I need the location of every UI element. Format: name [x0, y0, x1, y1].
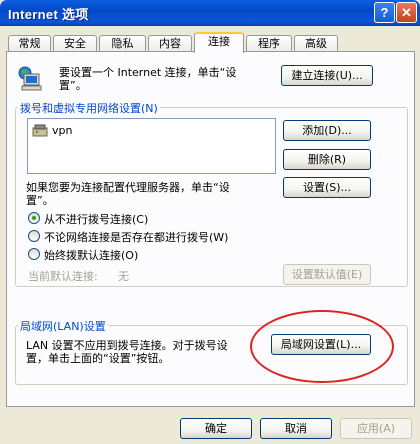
radio-dial-whenever[interactable] — [28, 230, 40, 242]
lan-settings-button[interactable]: 局域网设置(L)... — [271, 334, 371, 355]
tab-general[interactable]: 常规 — [8, 35, 51, 52]
ok-button[interactable]: 确定 — [180, 418, 252, 439]
radio-always-dial-label[interactable]: 始终拨默认连接(O) — [44, 247, 138, 263]
title-bar: Internet 选项 ? ✕ — [0, 0, 420, 26]
proxy-text-line1: 如果您要为连接配置代理服务器，单击“设 — [26, 181, 230, 194]
cancel-button[interactable]: 取消 — [260, 418, 332, 439]
tab-security[interactable]: 安全 — [53, 35, 97, 52]
radio-dial-whenever-label[interactable]: 不论网络连接是否存在都进行拨号(W) — [44, 229, 228, 245]
tab-advanced[interactable]: 高级 — [294, 35, 338, 52]
current-default-label: 当前默认连接: — [28, 270, 98, 283]
proxy-text-line2: 置”。 — [26, 194, 54, 207]
tab-programs[interactable]: 程序 — [246, 35, 292, 52]
help-icon[interactable]: ? — [374, 2, 395, 23]
setup-text-line2: 置”。 — [59, 79, 87, 92]
tab-content[interactable]: 内容 — [148, 35, 192, 52]
computer-icon — [16, 65, 44, 91]
settings-button[interactable]: 设置(S)... — [283, 177, 371, 198]
current-default-value: 无 — [118, 270, 129, 283]
radio-always-dial[interactable] — [28, 248, 40, 260]
modem-icon — [32, 123, 48, 138]
connection-name: vpn — [52, 124, 73, 137]
setup-connection-button[interactable]: 建立连接(U)... — [281, 65, 373, 86]
tab-strip: 常规 安全 隐私 内容 连接 程序 高级 — [0, 32, 420, 53]
radio-never-dial[interactable] — [28, 212, 40, 224]
window-title: Internet 选项 — [8, 7, 89, 22]
connections-panel: 要设置一个 Internet 连接，单击“设 置”。 建立连接(U)... 拨号… — [6, 51, 415, 407]
lan-text-line2: 置，单击上面的“设置”按钮。 — [26, 352, 170, 365]
connection-list[interactable]: vpn — [27, 118, 276, 174]
close-icon[interactable]: ✕ — [396, 2, 417, 23]
set-default-button[interactable]: 设置默认值(E) — [283, 264, 371, 285]
delete-connection-button[interactable]: 删除(R) — [283, 149, 371, 170]
dialup-group-label: 拨号和虚拟专用网络设置(N) — [18, 100, 160, 116]
radio-never-dial-label[interactable]: 从不进行拨号连接(C) — [44, 211, 148, 227]
apply-button[interactable]: 应用(A) — [340, 418, 412, 439]
tab-privacy[interactable]: 隐私 — [99, 35, 146, 52]
add-connection-button[interactable]: 添加(D)... — [283, 120, 371, 141]
tab-connections[interactable]: 连接 — [194, 32, 244, 53]
lan-group-label: 局域网(LAN)设置 — [18, 318, 108, 334]
